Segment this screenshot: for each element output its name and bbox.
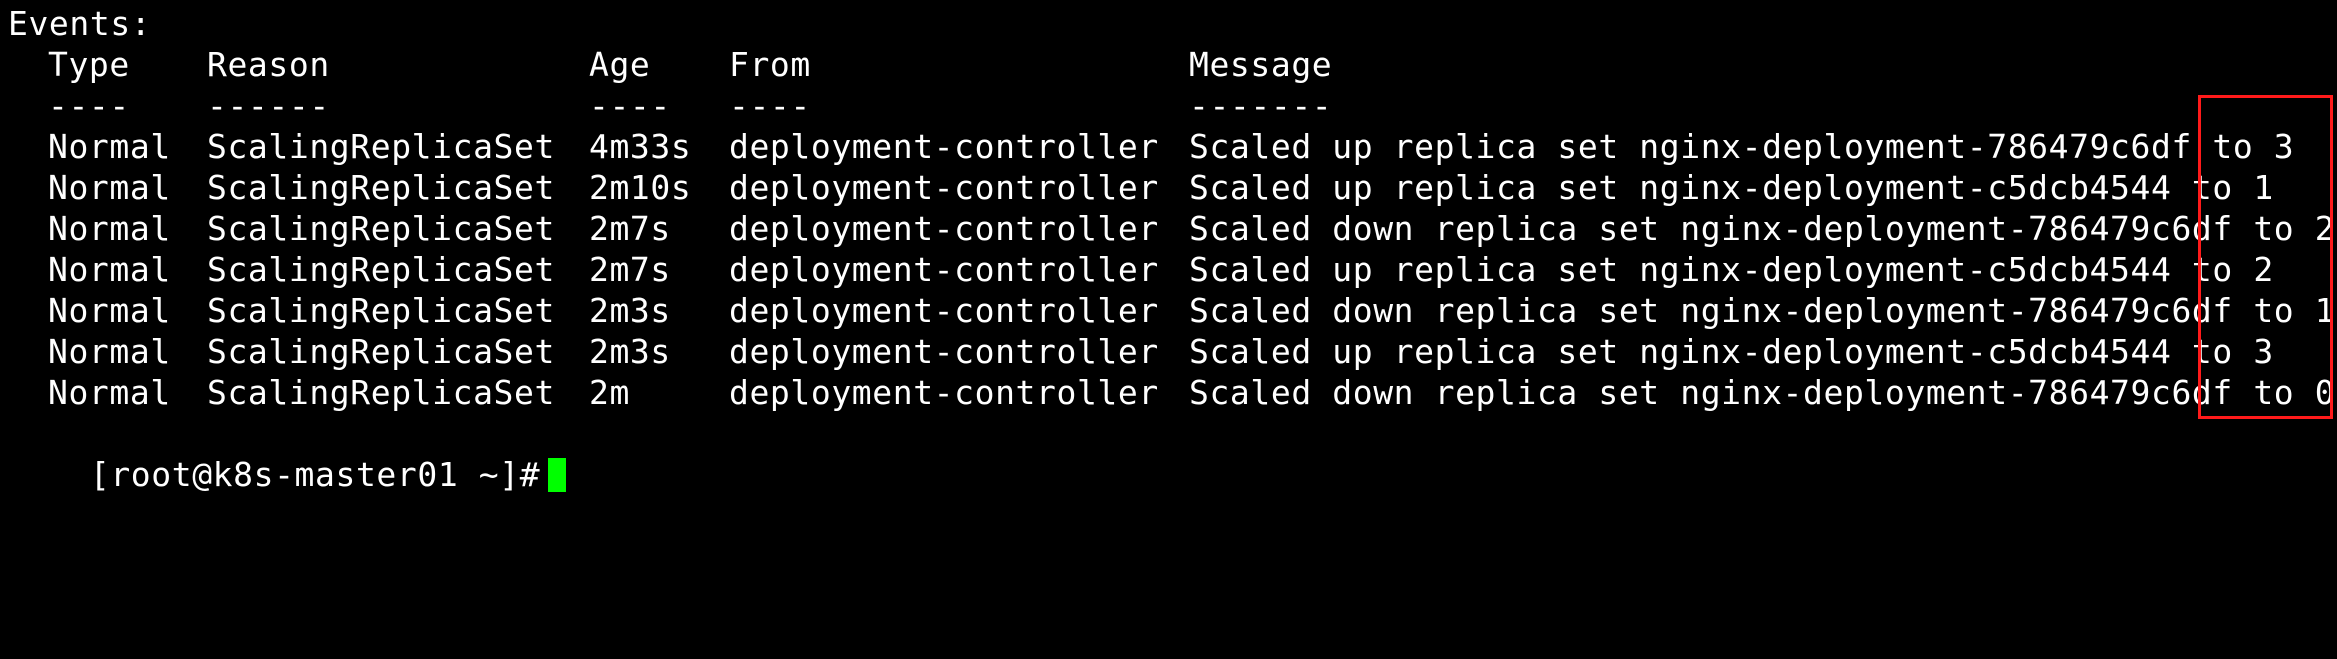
events-heading: Events: — [8, 4, 152, 43]
header-from: From — [729, 45, 811, 84]
event-age: 4m33s — [589, 127, 692, 166]
event-age: 2m7s — [589, 250, 671, 289]
event-reason: ScalingReplicaSet — [207, 209, 555, 248]
event-message: Scaled up replica set nginx-deployment-7… — [1189, 127, 2295, 166]
event-age: 2m10s — [589, 168, 692, 207]
header-message: Message — [1189, 45, 1333, 84]
event-age: 2m3s — [589, 332, 671, 371]
event-age: 2m3s — [589, 291, 671, 330]
events-table-separator: ---- ------ ---- ---- ------- — [8, 85, 1332, 126]
event-from: deployment-controller — [729, 168, 1159, 207]
event-age: 2m — [589, 373, 630, 412]
event-type: Normal — [48, 250, 171, 289]
event-type: Normal — [48, 373, 171, 412]
event-type: Normal — [48, 168, 171, 207]
event-from: deployment-controller — [729, 250, 1159, 289]
separator-type: ---- — [48, 86, 130, 125]
separator-message: ------- — [1189, 86, 1333, 125]
shell-prompt-line[interactable]: [root@k8s-master01 ~]# — [8, 413, 567, 494]
event-message: Scaled up replica set nginx-deployment-c… — [1189, 168, 2274, 207]
event-row: Normal ScalingReplicaSet 2m7s deployment… — [8, 208, 2335, 249]
event-type: Normal — [48, 332, 171, 371]
event-row: Normal ScalingReplicaSet 2m7s deployment… — [8, 249, 2273, 290]
event-reason: ScalingReplicaSet — [207, 127, 555, 166]
event-from: deployment-controller — [729, 291, 1159, 330]
event-reason: ScalingReplicaSet — [207, 373, 555, 412]
separator-reason: ------ — [207, 86, 330, 125]
header-reason: Reason — [207, 45, 330, 84]
event-row: Normal ScalingReplicaSet 2m deployment-c… — [8, 372, 2335, 413]
events-table-header: Type Reason Age From Message — [8, 44, 1332, 85]
event-reason: ScalingReplicaSet — [207, 250, 555, 289]
event-message: Scaled down replica set nginx-deployment… — [1189, 373, 2336, 412]
terminal-cursor — [548, 458, 567, 492]
header-type: Type — [48, 45, 130, 84]
event-row: Normal ScalingReplicaSet 4m33s deploymen… — [8, 126, 2294, 167]
event-from: deployment-controller — [729, 373, 1159, 412]
event-row: Normal ScalingReplicaSet 2m3s deployment… — [8, 331, 2273, 372]
event-row: Normal ScalingReplicaSet 2m10s deploymen… — [8, 167, 2273, 208]
event-type: Normal — [48, 209, 171, 248]
event-age: 2m7s — [589, 209, 671, 248]
separator-age: ---- — [589, 86, 671, 125]
event-reason: ScalingReplicaSet — [207, 332, 555, 371]
shell-prompt: [root@k8s-master01 ~]# — [89, 455, 541, 494]
event-message: Scaled down replica set nginx-deployment… — [1189, 209, 2336, 248]
event-type: Normal — [48, 291, 171, 330]
event-from: deployment-controller — [729, 127, 1159, 166]
event-from: deployment-controller — [729, 209, 1159, 248]
event-message: Scaled up replica set nginx-deployment-c… — [1189, 250, 2274, 289]
terminal-window[interactable]: Events: Type Reason Age From Message ---… — [0, 0, 2337, 494]
header-age: Age — [589, 45, 651, 84]
event-reason: ScalingReplicaSet — [207, 168, 555, 207]
event-message: Scaled up replica set nginx-deployment-c… — [1189, 332, 2274, 371]
separator-from: ---- — [729, 86, 811, 125]
event-from: deployment-controller — [729, 332, 1159, 371]
event-type: Normal — [48, 127, 171, 166]
event-message: Scaled down replica set nginx-deployment… — [1189, 291, 2336, 330]
event-reason: ScalingReplicaSet — [207, 291, 555, 330]
event-row: Normal ScalingReplicaSet 2m3s deployment… — [8, 290, 2335, 331]
